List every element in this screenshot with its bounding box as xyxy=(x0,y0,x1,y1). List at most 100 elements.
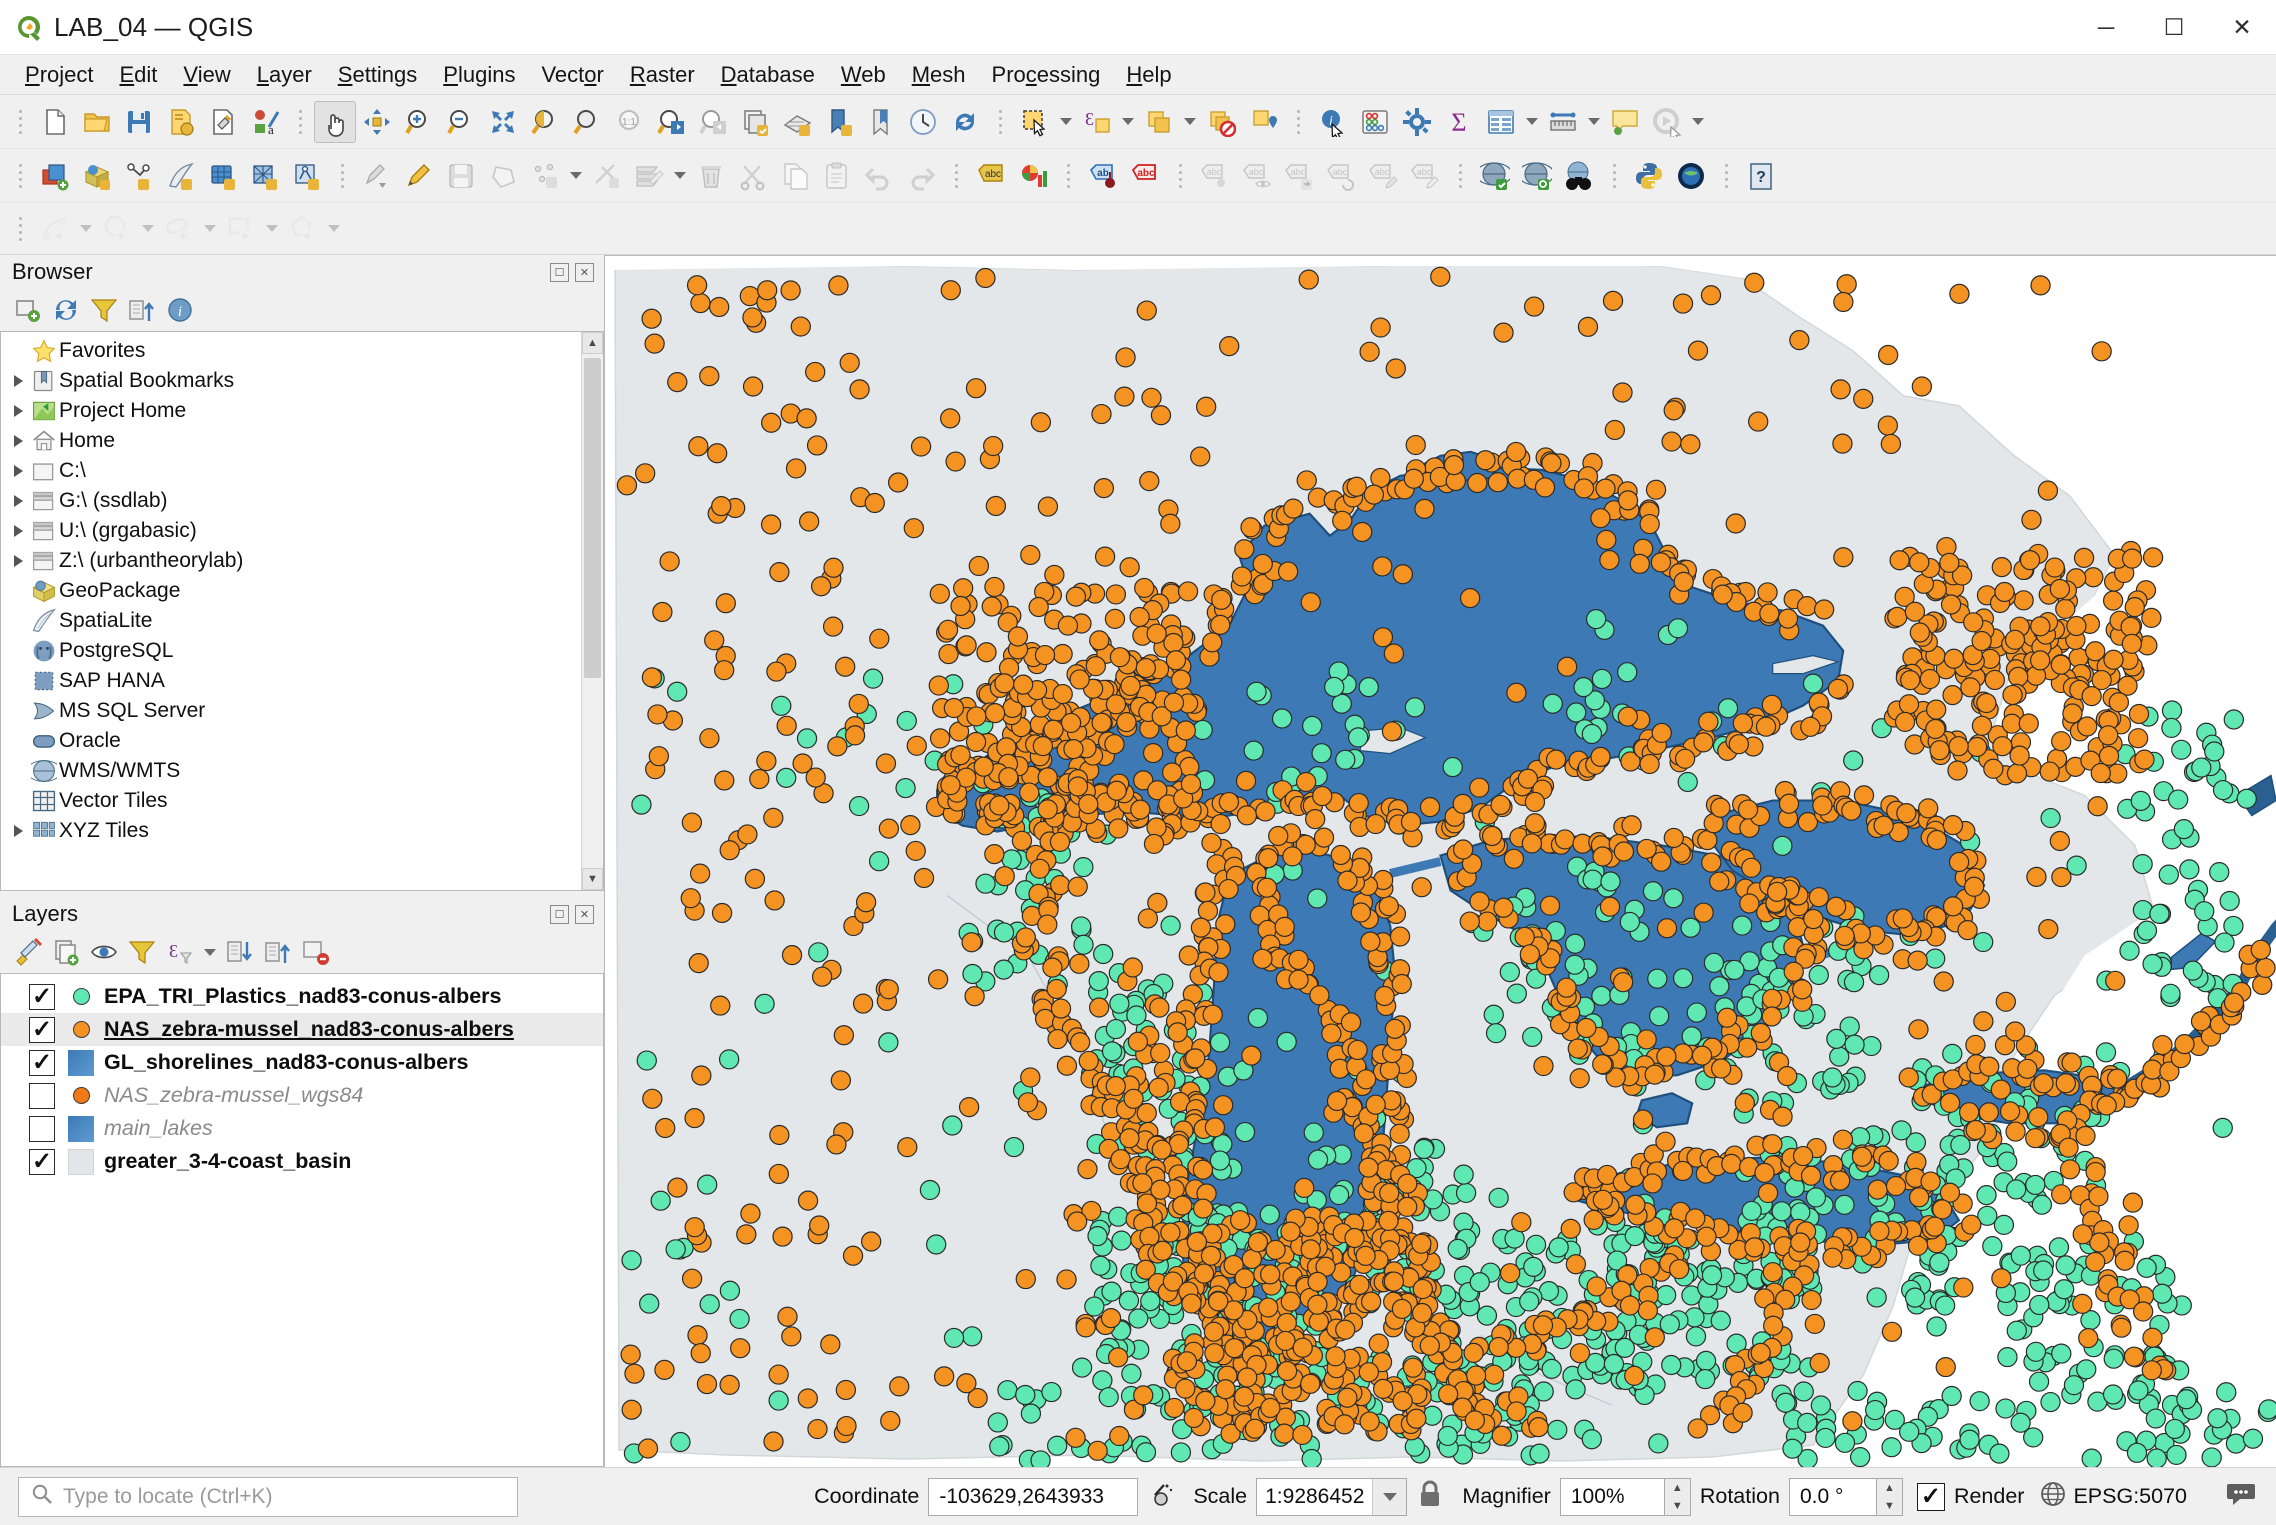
layer-row[interactable]: NAS_zebra-mussel_wgs84 xyxy=(1,1079,603,1112)
browser-item-mssqlserver[interactable]: MS SQL Server xyxy=(1,696,603,726)
pin-labels-icon[interactable]: ab xyxy=(1082,155,1124,197)
add-raster-layer-icon[interactable] xyxy=(202,155,244,197)
save-project-icon[interactable] xyxy=(118,101,160,143)
style-manager-icon[interactable]: a xyxy=(244,101,286,143)
zoom-to-layer-icon[interactable] xyxy=(566,101,608,143)
layers-float-button[interactable]: ☐ xyxy=(550,904,569,924)
add-layer-icon[interactable] xyxy=(10,292,46,328)
browser-scroll-down[interactable]: ▼ xyxy=(582,868,603,890)
layer-visibility-checkbox[interactable]: ✓ xyxy=(29,1148,55,1175)
layer-visibility-checkbox[interactable] xyxy=(29,1115,55,1142)
select-features-icon[interactable] xyxy=(1014,101,1056,143)
multi-edit-icon[interactable] xyxy=(628,155,670,197)
chevron-down-icon[interactable] xyxy=(138,208,158,250)
show-hide-label-icon[interactable]: abc xyxy=(1236,155,1278,197)
lock-icon[interactable] xyxy=(1417,1479,1443,1514)
menu-item-mesh[interactable]: Mesh xyxy=(899,59,979,91)
browser-item-spatialbookmarks[interactable]: Spatial Bookmarks xyxy=(1,366,603,396)
chevron-down-icon[interactable] xyxy=(1056,101,1076,143)
collapse-all-icon[interactable] xyxy=(124,292,160,328)
menu-item-project[interactable]: Project xyxy=(12,59,106,91)
help-icon[interactable]: ? xyxy=(1740,155,1782,197)
add-spatialite-layer-icon[interactable] xyxy=(160,155,202,197)
select-by-expression-icon[interactable]: Ɛ xyxy=(1076,101,1118,143)
undo-icon[interactable] xyxy=(858,155,900,197)
label-toolbar-icon[interactable]: abc xyxy=(970,155,1012,197)
add-ellipse-icon[interactable] xyxy=(158,208,200,250)
zoom-next-icon[interactable] xyxy=(692,101,734,143)
paste-features-icon[interactable] xyxy=(816,155,858,197)
select-by-value-icon[interactable] xyxy=(1138,101,1180,143)
menu-item-plugins[interactable]: Plugins xyxy=(430,59,528,91)
change-label-icon[interactable]: abc xyxy=(1278,155,1320,197)
chevron-down-icon[interactable] xyxy=(1688,101,1708,143)
collapse-all-icon[interactable] xyxy=(260,934,296,970)
refresh-icon[interactable] xyxy=(48,292,84,328)
layer-visibility-checkbox[interactable]: ✓ xyxy=(29,1049,55,1076)
zoom-to-selection-icon[interactable] xyxy=(524,101,566,143)
chevron-down-icon[interactable] xyxy=(1522,101,1542,143)
field-calculator-icon[interactable]: Σ xyxy=(1438,101,1480,143)
add-rectangle-icon[interactable] xyxy=(220,208,262,250)
chevron-down-icon[interactable] xyxy=(670,155,690,197)
run-model-icon[interactable] xyxy=(1646,101,1688,143)
layer-row[interactable]: ✓ EPA_TRI_Plastics_nad83-conus-albers xyxy=(1,980,603,1013)
chevron-right-icon[interactable] xyxy=(7,405,29,417)
new-map-view-icon[interactable] xyxy=(734,101,776,143)
filter-browser-icon[interactable] xyxy=(86,292,122,328)
measure-line-icon[interactable] xyxy=(1542,101,1584,143)
python-console-icon[interactable] xyxy=(1628,155,1670,197)
new-3d-map-view-icon[interactable] xyxy=(776,101,818,143)
new-print-layout-icon[interactable] xyxy=(202,101,244,143)
metasearch-icon[interactable] xyxy=(1474,155,1516,197)
chevron-right-icon[interactable] xyxy=(7,555,29,567)
expand-all-icon[interactable] xyxy=(222,934,258,970)
open-attribute-table-icon[interactable] xyxy=(1480,101,1522,143)
browser-tree[interactable]: Favorites Spatial Bookmarks Project Home Ho… xyxy=(0,331,604,891)
add-polygon-feature-icon[interactable] xyxy=(482,155,524,197)
toolbar-grip[interactable] xyxy=(13,159,27,193)
browser-scroll-up[interactable]: ▲ xyxy=(582,332,603,354)
current-edits-icon[interactable] xyxy=(356,155,398,197)
map-canvas[interactable] xyxy=(604,255,2276,1467)
properties-icon[interactable]: i xyxy=(162,292,198,328)
remove-layer-icon[interactable] xyxy=(298,934,334,970)
render-checkbox[interactable]: ✓ xyxy=(1916,1482,1945,1511)
zoom-full-icon[interactable] xyxy=(482,101,524,143)
chevron-down-icon[interactable] xyxy=(1372,1478,1407,1515)
toolbar-grip[interactable] xyxy=(335,159,349,193)
browser-scrollbar[interactable]: ▲ ▼ xyxy=(581,332,603,890)
layer-row[interactable]: main_lakes xyxy=(1,1112,603,1145)
minimize-button[interactable]: ─ xyxy=(2072,0,2140,55)
toolbar-grip[interactable] xyxy=(993,105,1007,139)
delete-selected-icon[interactable] xyxy=(690,155,732,197)
menu-item-web[interactable]: Web xyxy=(828,59,899,91)
diagram-toolbar-icon[interactable] xyxy=(1012,155,1054,197)
layers-tree[interactable]: ✓ EPA_TRI_Plastics_nad83-conus-albers ✓ NAS… xyxy=(0,973,604,1467)
temporal-controller-icon[interactable] xyxy=(902,101,944,143)
chevron-down-icon[interactable] xyxy=(262,208,282,250)
pan-map-icon[interactable] xyxy=(314,100,356,143)
browser-item-home[interactable]: Home xyxy=(1,426,603,456)
add-circular-string-icon[interactable] xyxy=(34,208,76,250)
browser-item-spatialite[interactable]: SpatiaLite xyxy=(1,606,603,636)
add-vector-layer-icon[interactable] xyxy=(118,155,160,197)
add-delimited-text-layer-icon[interactable] xyxy=(286,155,328,197)
browser-item-favorites[interactable]: Favorites xyxy=(1,336,603,366)
browser-scroll-thumb[interactable] xyxy=(584,358,601,678)
add-group-icon[interactable] xyxy=(48,934,84,970)
new-project-icon[interactable] xyxy=(34,101,76,143)
vertex-tool-icon[interactable] xyxy=(524,155,566,197)
chevron-down-icon[interactable] xyxy=(1118,101,1138,143)
menu-item-vector[interactable]: Vector xyxy=(528,59,616,91)
menu-item-database[interactable]: Database xyxy=(708,59,828,91)
browser-item-wmswmts[interactable]: WMS/WMTS xyxy=(1,756,603,786)
locator-bar[interactable]: Type to locate (Ctrl+K) xyxy=(18,1476,518,1517)
new-bookmark-icon[interactable] xyxy=(860,101,902,143)
menu-item-help[interactable]: Help xyxy=(1113,59,1184,91)
layer-visibility-checkbox[interactable]: ✓ xyxy=(29,1016,55,1043)
save-project-as-icon[interactable] xyxy=(160,101,202,143)
layer-visibility-checkbox[interactable]: ✓ xyxy=(29,983,55,1010)
add-geopackage-layer-icon[interactable] xyxy=(76,155,118,197)
browser-item-projecthome[interactable]: Project Home xyxy=(1,396,603,426)
